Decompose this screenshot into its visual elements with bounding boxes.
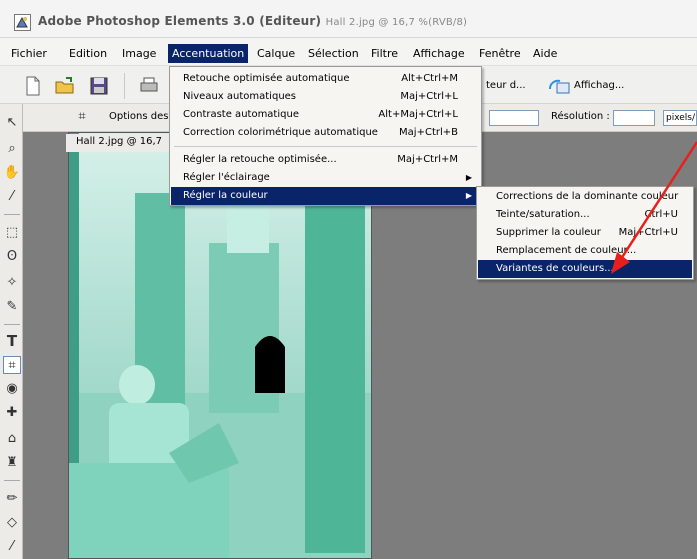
resolution-label: Résolution : xyxy=(551,111,610,122)
toolbox: ↖ ⌕ ✋ ⁄ ⬚ ʘ ✧ ✎ T ⌗ ◉ ✚ ⌂ ♜ ✏ ◇ ⁄ xyxy=(0,104,23,559)
menu-item-correction-colorimetrique-auto[interactable]: Correction colorimétrique automatique Maj… xyxy=(171,124,480,142)
resolution-field[interactable] xyxy=(613,110,655,126)
submenu-item-supprimer-couleur[interactable]: Supprimer la couleur Maj+Ctrl+U xyxy=(478,224,692,242)
submenu-item-variantes-couleurs[interactable]: Variantes de couleurs... xyxy=(478,260,692,278)
height-field[interactable] xyxy=(489,110,539,126)
menu-fichier[interactable]: Fichier xyxy=(8,46,50,61)
marquee-tool-icon[interactable]: ⬚ xyxy=(3,224,21,242)
window-document-info: Hall 2.jpg @ 16,7 %(RVB/8) xyxy=(325,17,468,28)
lasso-tool-icon[interactable]: ʘ xyxy=(3,248,21,266)
save-icon[interactable] xyxy=(88,75,110,97)
submenu-arrow-icon: ▶ xyxy=(465,191,472,200)
menu-accentuation[interactable]: Accentuation xyxy=(168,44,249,63)
window-title: Adobe Photoshop Elements 3.0 (Editeur) H… xyxy=(38,14,468,28)
pattern-stamp-tool-icon[interactable]: ♜ xyxy=(3,454,21,472)
toolbox-separator xyxy=(4,480,20,481)
menu-filtre[interactable]: Filtre xyxy=(368,46,401,61)
brush-tool-icon[interactable]: ⁄ xyxy=(3,538,21,556)
menu-image[interactable]: Image xyxy=(119,46,159,61)
menu-aide[interactable]: Aide xyxy=(530,46,560,61)
accentuation-menu: Retouche optimisée automatique Alt+Ctrl+M… xyxy=(169,66,482,206)
menu-item-niveaux-auto[interactable]: Niveaux automatiques Maj+Ctrl+L xyxy=(171,88,480,106)
menu-calque[interactable]: Calque xyxy=(254,46,298,61)
submenu-item-teinte-saturation[interactable]: Teinte/saturation... Ctrl+U xyxy=(478,206,692,224)
menu-item-regler-retouche-optimisee[interactable]: Régler la retouche optimisée... Maj+Ctrl+… xyxy=(171,151,480,169)
menu-affichage[interactable]: Affichage xyxy=(410,46,468,61)
menu-item-contraste-auto[interactable]: Contraste automatique Alt+Maj+Ctrl+L xyxy=(171,106,480,124)
text-tool-icon[interactable]: T xyxy=(3,332,21,350)
menu-separator xyxy=(174,146,477,147)
resolution-unit-select[interactable]: pixels/ xyxy=(663,110,697,126)
submenu-arrow-icon: ▶ xyxy=(465,173,472,182)
toolbox-separator xyxy=(4,214,20,215)
zoom-tool-icon[interactable]: ⌕ xyxy=(3,140,21,158)
photoshop-elements-app-icon xyxy=(14,14,31,31)
menu-bar: Fichier Edition Image Accentuation Calqu… xyxy=(0,38,697,66)
red-eye-tool-icon[interactable]: ◉ xyxy=(3,380,21,398)
open-folder-icon[interactable] xyxy=(54,75,76,97)
eraser-tool-icon[interactable]: ◇ xyxy=(3,514,21,532)
new-file-icon[interactable] xyxy=(22,75,44,97)
selection-brush-tool-icon[interactable]: ✎ xyxy=(3,298,21,316)
toolbox-separator xyxy=(4,324,20,325)
document-tab[interactable]: Hall 2.jpg @ 16,7 xyxy=(66,134,178,152)
submenu-item-remplacement-couleur[interactable]: Remplacement de couleur... xyxy=(478,242,692,260)
healing-brush-tool-icon[interactable]: ✚ xyxy=(3,404,21,422)
magic-wand-tool-icon[interactable]: ✧ xyxy=(3,274,21,292)
eyedropper-tool-icon[interactable]: ⁄ xyxy=(3,188,21,206)
menu-item-regler-eclairage[interactable]: Régler l'éclairage ▶ xyxy=(171,169,480,187)
print-icon[interactable] xyxy=(138,75,160,97)
submenu-item-corrections-dominante[interactable]: Corrections de la dominante couleur xyxy=(478,188,692,206)
options-label: Options des xyxy=(109,111,169,122)
toolbar-separator xyxy=(124,73,125,99)
menu-item-regler-couleur[interactable]: Régler la couleur ▶ xyxy=(171,187,480,205)
title-bar: Adobe Photoshop Elements 3.0 (Editeur) H… xyxy=(0,0,697,38)
move-tool-icon[interactable]: ↖ xyxy=(3,114,21,132)
view-button-label[interactable]: Affichag... xyxy=(574,80,624,91)
hand-tool-icon[interactable]: ✋ xyxy=(3,164,21,182)
regler-couleur-submenu: Corrections de la dominante couleur Tein… xyxy=(476,186,694,280)
crop-tool-icon[interactable]: ⌗ xyxy=(3,356,21,374)
view-browser-icon[interactable] xyxy=(548,75,570,97)
editor-button-label[interactable]: teur d... xyxy=(486,80,526,91)
menu-fenetre[interactable]: Fenêtre xyxy=(476,46,524,61)
menu-selection[interactable]: Sélection xyxy=(305,46,362,61)
menu-item-retouche-optimisee-auto[interactable]: Retouche optimisée automatique Alt+Ctrl+M xyxy=(171,70,480,88)
clone-stamp-tool-icon[interactable]: ⌂ xyxy=(3,430,21,448)
menu-edition[interactable]: Edition xyxy=(66,46,110,61)
crop-options-icon: ⌗ xyxy=(78,109,86,124)
pencil-tool-icon[interactable]: ✏ xyxy=(3,490,21,508)
